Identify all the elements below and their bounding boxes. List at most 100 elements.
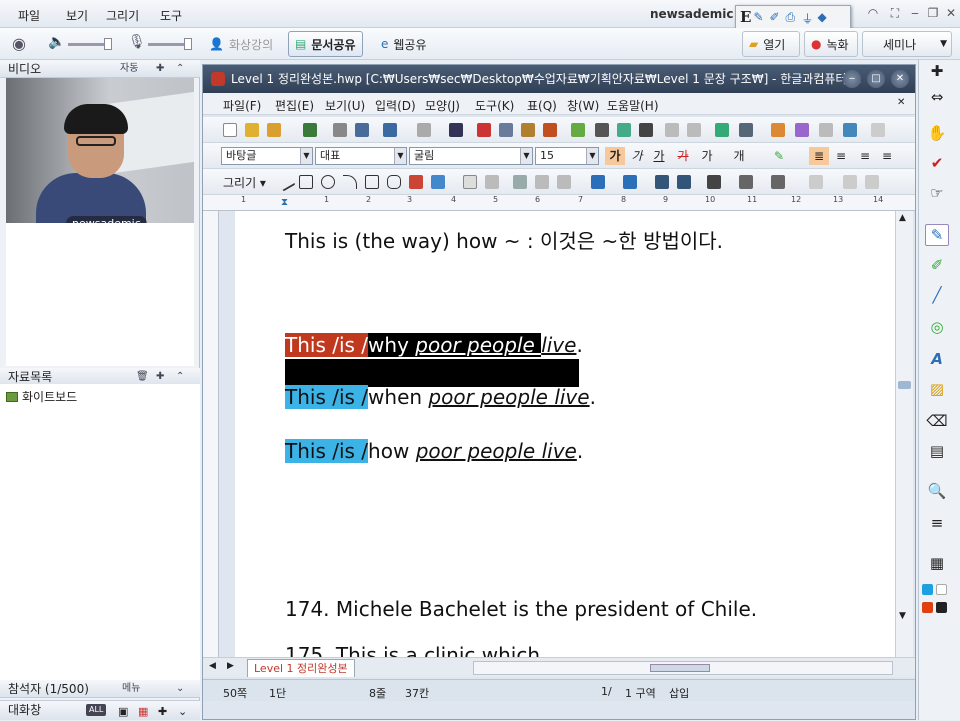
doc-menu-table[interactable]: 표(Q) (527, 97, 557, 114)
hand-icon[interactable]: ✋ (925, 122, 949, 144)
new-doc-icon[interactable] (223, 123, 237, 137)
send-back-icon[interactable] (677, 175, 691, 189)
webcam-icon[interactable]: ◉ (12, 34, 26, 53)
memo-icon[interactable] (871, 123, 885, 137)
line-color-icon[interactable] (591, 175, 605, 189)
arc-icon[interactable] (343, 175, 357, 189)
minimize-icon[interactable]: ‒ (908, 6, 922, 20)
color-swatch-white[interactable] (936, 584, 947, 595)
color-swatch-blue[interactable] (922, 584, 933, 595)
arrow-style-icon[interactable] (771, 175, 785, 189)
chat-all-badge[interactable]: ALL (86, 704, 107, 716)
textbox-icon[interactable] (463, 175, 477, 189)
select-icon[interactable] (513, 175, 527, 189)
page-icon[interactable]: ▤ (925, 440, 949, 462)
doc-share-button[interactable]: ▤ 문서공유 (288, 31, 363, 57)
text-icon[interactable]: A (925, 348, 949, 370)
format-painter-icon[interactable] (571, 123, 585, 137)
draw-menu[interactable]: 그리기 ▾ (223, 174, 266, 191)
menu-draw[interactable]: 그리기 (106, 7, 139, 24)
cut-icon[interactable] (477, 123, 491, 137)
line-style-icon[interactable] (707, 175, 721, 189)
bold-button[interactable]: 가 (605, 147, 625, 165)
video-mode-dropdown[interactable]: 자동 (120, 60, 138, 78)
microphone-icon[interactable]: 🎙 (128, 34, 146, 50)
line-width-icon[interactable]: ≡ (925, 512, 949, 534)
picture-frame-icon[interactable] (485, 175, 499, 189)
mic-volume-knob[interactable] (184, 38, 192, 50)
vertical-scrollbar[interactable]: ▲ ▼ (895, 211, 913, 657)
font-dropdown[interactable]: 굴림 ▼ (409, 147, 533, 165)
column-icon[interactable] (639, 123, 653, 137)
align-right-icon[interactable]: ≡ (877, 147, 897, 165)
undo-icon[interactable] (383, 123, 397, 137)
doc-minimize-icon[interactable]: ‒ (843, 70, 861, 88)
char-shape-icon[interactable] (617, 123, 631, 137)
chart-icon[interactable] (771, 123, 785, 137)
bring-front-icon[interactable] (655, 175, 669, 189)
image-icon[interactable]: ▨ (925, 378, 949, 400)
style-icon[interactable] (595, 123, 609, 137)
collapse-icon[interactable]: ⌃ (176, 60, 184, 78)
line-icon[interactable]: ╱ (925, 284, 949, 306)
table-icon[interactable] (739, 123, 753, 137)
open-folder-icon[interactable] (245, 123, 259, 137)
pin-icon[interactable]: ✚ (925, 60, 949, 82)
underline-button[interactable]: 가 (649, 147, 669, 165)
expand-icon[interactable]: ⌄ (176, 680, 184, 698)
shape-icon[interactable]: ◎ (925, 316, 949, 338)
group-icon[interactable] (843, 175, 857, 189)
font-size-dropdown[interactable]: 15 ▼ (535, 147, 599, 165)
indent-marker-icon[interactable]: ⧗ (281, 197, 288, 208)
close-icon[interactable]: ✕ (944, 6, 958, 20)
ellipse-icon[interactable] (321, 175, 335, 189)
align-center-icon[interactable]: ≡ (855, 147, 875, 165)
palette-icon[interactable]: ▦ (925, 552, 949, 574)
scroll-thumb[interactable] (898, 381, 911, 389)
style-dropdown[interactable]: 바탕글 ▼ (221, 147, 313, 165)
find-icon[interactable] (449, 123, 463, 137)
color-swatch-black[interactable] (936, 602, 947, 613)
horizontal-scrollbar[interactable] (473, 661, 893, 675)
print-icon[interactable]: ⎙ (785, 10, 799, 24)
picture-icon[interactable] (715, 123, 729, 137)
paste-icon[interactable] (521, 123, 535, 137)
speaker-icon[interactable]: 🔈 (48, 34, 65, 50)
line-icon[interactable] (276, 172, 296, 192)
scroll-up-icon[interactable]: ▲ (899, 213, 906, 223)
doc-menu-format[interactable]: 모양(J) (425, 97, 460, 114)
doc-menu-window[interactable]: 창(W) (567, 97, 599, 114)
formula-icon[interactable] (819, 123, 833, 137)
folder-icon[interactable] (267, 123, 281, 137)
doc-menu-help[interactable]: 도움말(H) (607, 97, 659, 114)
video-conf-button[interactable]: 👤 화상강의 (202, 31, 280, 57)
char-effect-button[interactable]: 개 (729, 147, 749, 165)
copy-icon[interactable] (499, 123, 513, 137)
filter-icon[interactable]: ⏚ (801, 10, 815, 26)
diamond-icon[interactable]: ◆ (817, 10, 831, 24)
speaker-volume-knob[interactable] (104, 38, 112, 50)
menu-view[interactable]: 보기 (66, 7, 88, 24)
record-button[interactable]: ● 녹화 (804, 31, 858, 57)
participants-menu[interactable]: 메뉴 (122, 680, 140, 698)
doc-maximize-icon[interactable]: □ (867, 70, 885, 88)
unlink-icon[interactable] (687, 123, 701, 137)
fill-color-icon[interactable] (623, 175, 637, 189)
seminar-dropdown[interactable]: 세미나 ▼ (862, 31, 952, 57)
superscript-button[interactable]: 가 (697, 147, 717, 165)
align-left-icon[interactable]: ≡ (831, 147, 851, 165)
pen-icon[interactable]: ✎ (925, 224, 949, 246)
tab-prev-icon[interactable]: ◀ (209, 661, 216, 671)
doc-menu-file[interactable]: 파일(F) (223, 97, 261, 114)
color-icon[interactable]: ▦ (138, 703, 148, 721)
document-page[interactable]: This is (the way) how ~ : 이것은 ~한 방법이다. T… (235, 211, 895, 657)
align-justify-icon[interactable]: ≣ (809, 147, 829, 165)
strikethrough-button[interactable]: 가 (673, 147, 693, 165)
line-width-icon[interactable] (739, 175, 753, 189)
rectangle-icon[interactable] (299, 175, 313, 189)
curve-icon[interactable] (387, 175, 401, 189)
highlighter-icon[interactable]: ✐ (925, 254, 949, 276)
scroll-down-icon[interactable]: ▼ (899, 611, 906, 621)
save-icon[interactable] (303, 123, 317, 137)
e-icon[interactable]: E (740, 8, 751, 26)
